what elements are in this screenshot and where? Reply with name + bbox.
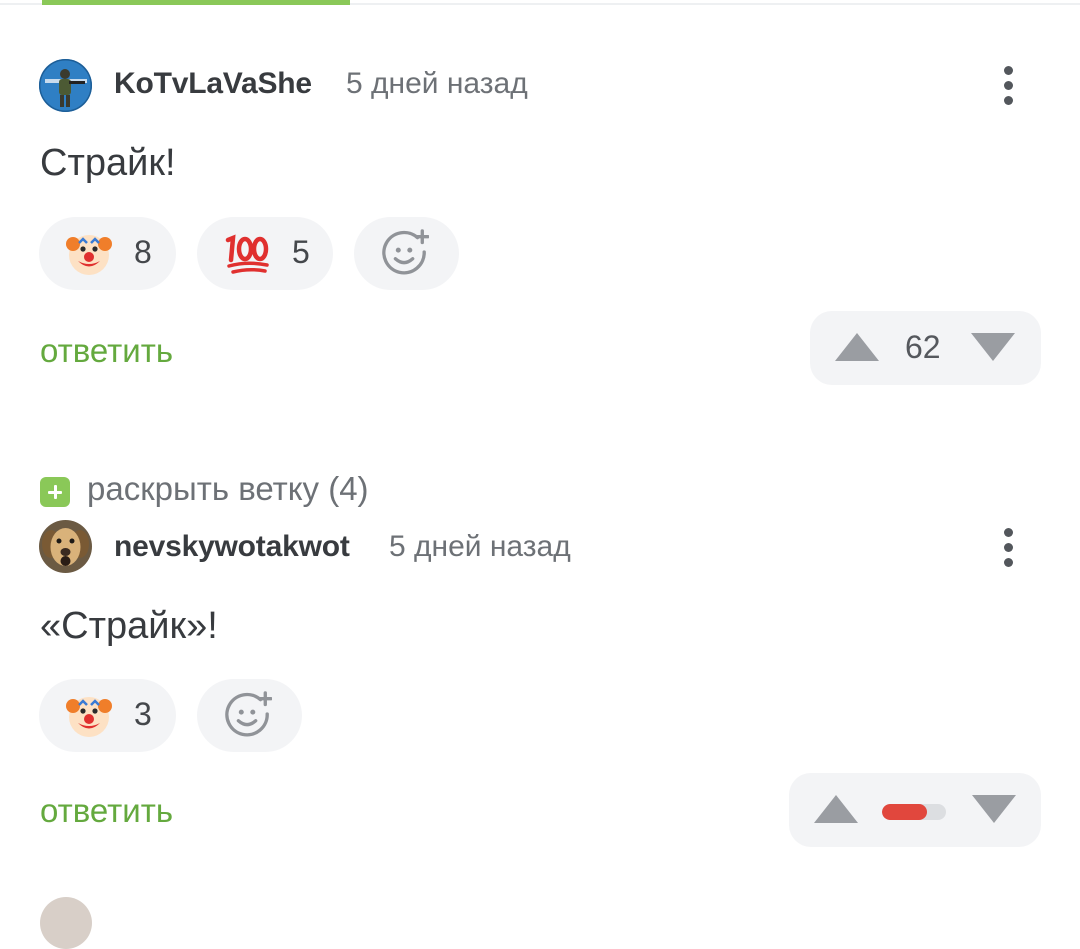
reply-link[interactable]: ответить bbox=[40, 332, 173, 370]
avatar[interactable] bbox=[39, 59, 92, 112]
add-reaction-button[interactable] bbox=[354, 217, 459, 290]
upvote-icon[interactable] bbox=[813, 794, 859, 824]
soldier-avatar-icon bbox=[39, 59, 92, 112]
reaction-hundred[interactable]: 5 bbox=[197, 217, 333, 290]
author-name[interactable]: KoTvLaVaShe bbox=[114, 67, 312, 101]
dog-avatar-icon bbox=[39, 520, 92, 573]
avatar[interactable] bbox=[39, 520, 92, 573]
add-reaction-button[interactable] bbox=[197, 679, 302, 752]
clown-face-icon bbox=[66, 697, 112, 737]
more-options-icon[interactable] bbox=[992, 526, 1026, 570]
comment-time: 5 дней назад bbox=[389, 530, 571, 563]
vote-widget bbox=[789, 773, 1041, 847]
reply-link[interactable]: ответить bbox=[40, 792, 173, 830]
comment-text: Страйк! bbox=[40, 142, 176, 184]
plus-square-icon bbox=[40, 477, 70, 507]
reaction-clown[interactable]: 8 bbox=[39, 217, 176, 290]
comment-time: 5 дней назад bbox=[346, 67, 528, 100]
vote-score: 62 bbox=[905, 329, 941, 365]
reaction-count: 5 bbox=[292, 234, 310, 270]
active-tab-indicator bbox=[42, 0, 350, 5]
rating-bar-fill bbox=[882, 804, 927, 820]
smiley-plus-icon bbox=[225, 691, 272, 737]
more-options-icon[interactable] bbox=[992, 64, 1026, 108]
reaction-count: 8 bbox=[134, 234, 152, 270]
smiley-plus-icon bbox=[382, 229, 429, 275]
downvote-icon[interactable] bbox=[970, 332, 1016, 362]
reaction-count: 3 bbox=[134, 696, 152, 732]
downvote-icon[interactable] bbox=[971, 794, 1017, 824]
vote-widget: 62 bbox=[810, 311, 1041, 385]
reaction-clown[interactable]: 3 bbox=[39, 679, 176, 752]
expand-thread-label: раскрыть ветку (4) bbox=[87, 470, 369, 507]
comment-text: «Страйк»! bbox=[40, 605, 218, 647]
clown-face-icon bbox=[66, 235, 112, 275]
rating-bar bbox=[882, 804, 946, 820]
upvote-icon[interactable] bbox=[834, 332, 880, 362]
hundred-points-icon bbox=[225, 234, 269, 274]
author-name[interactable]: nevskywotakwot bbox=[114, 530, 350, 564]
